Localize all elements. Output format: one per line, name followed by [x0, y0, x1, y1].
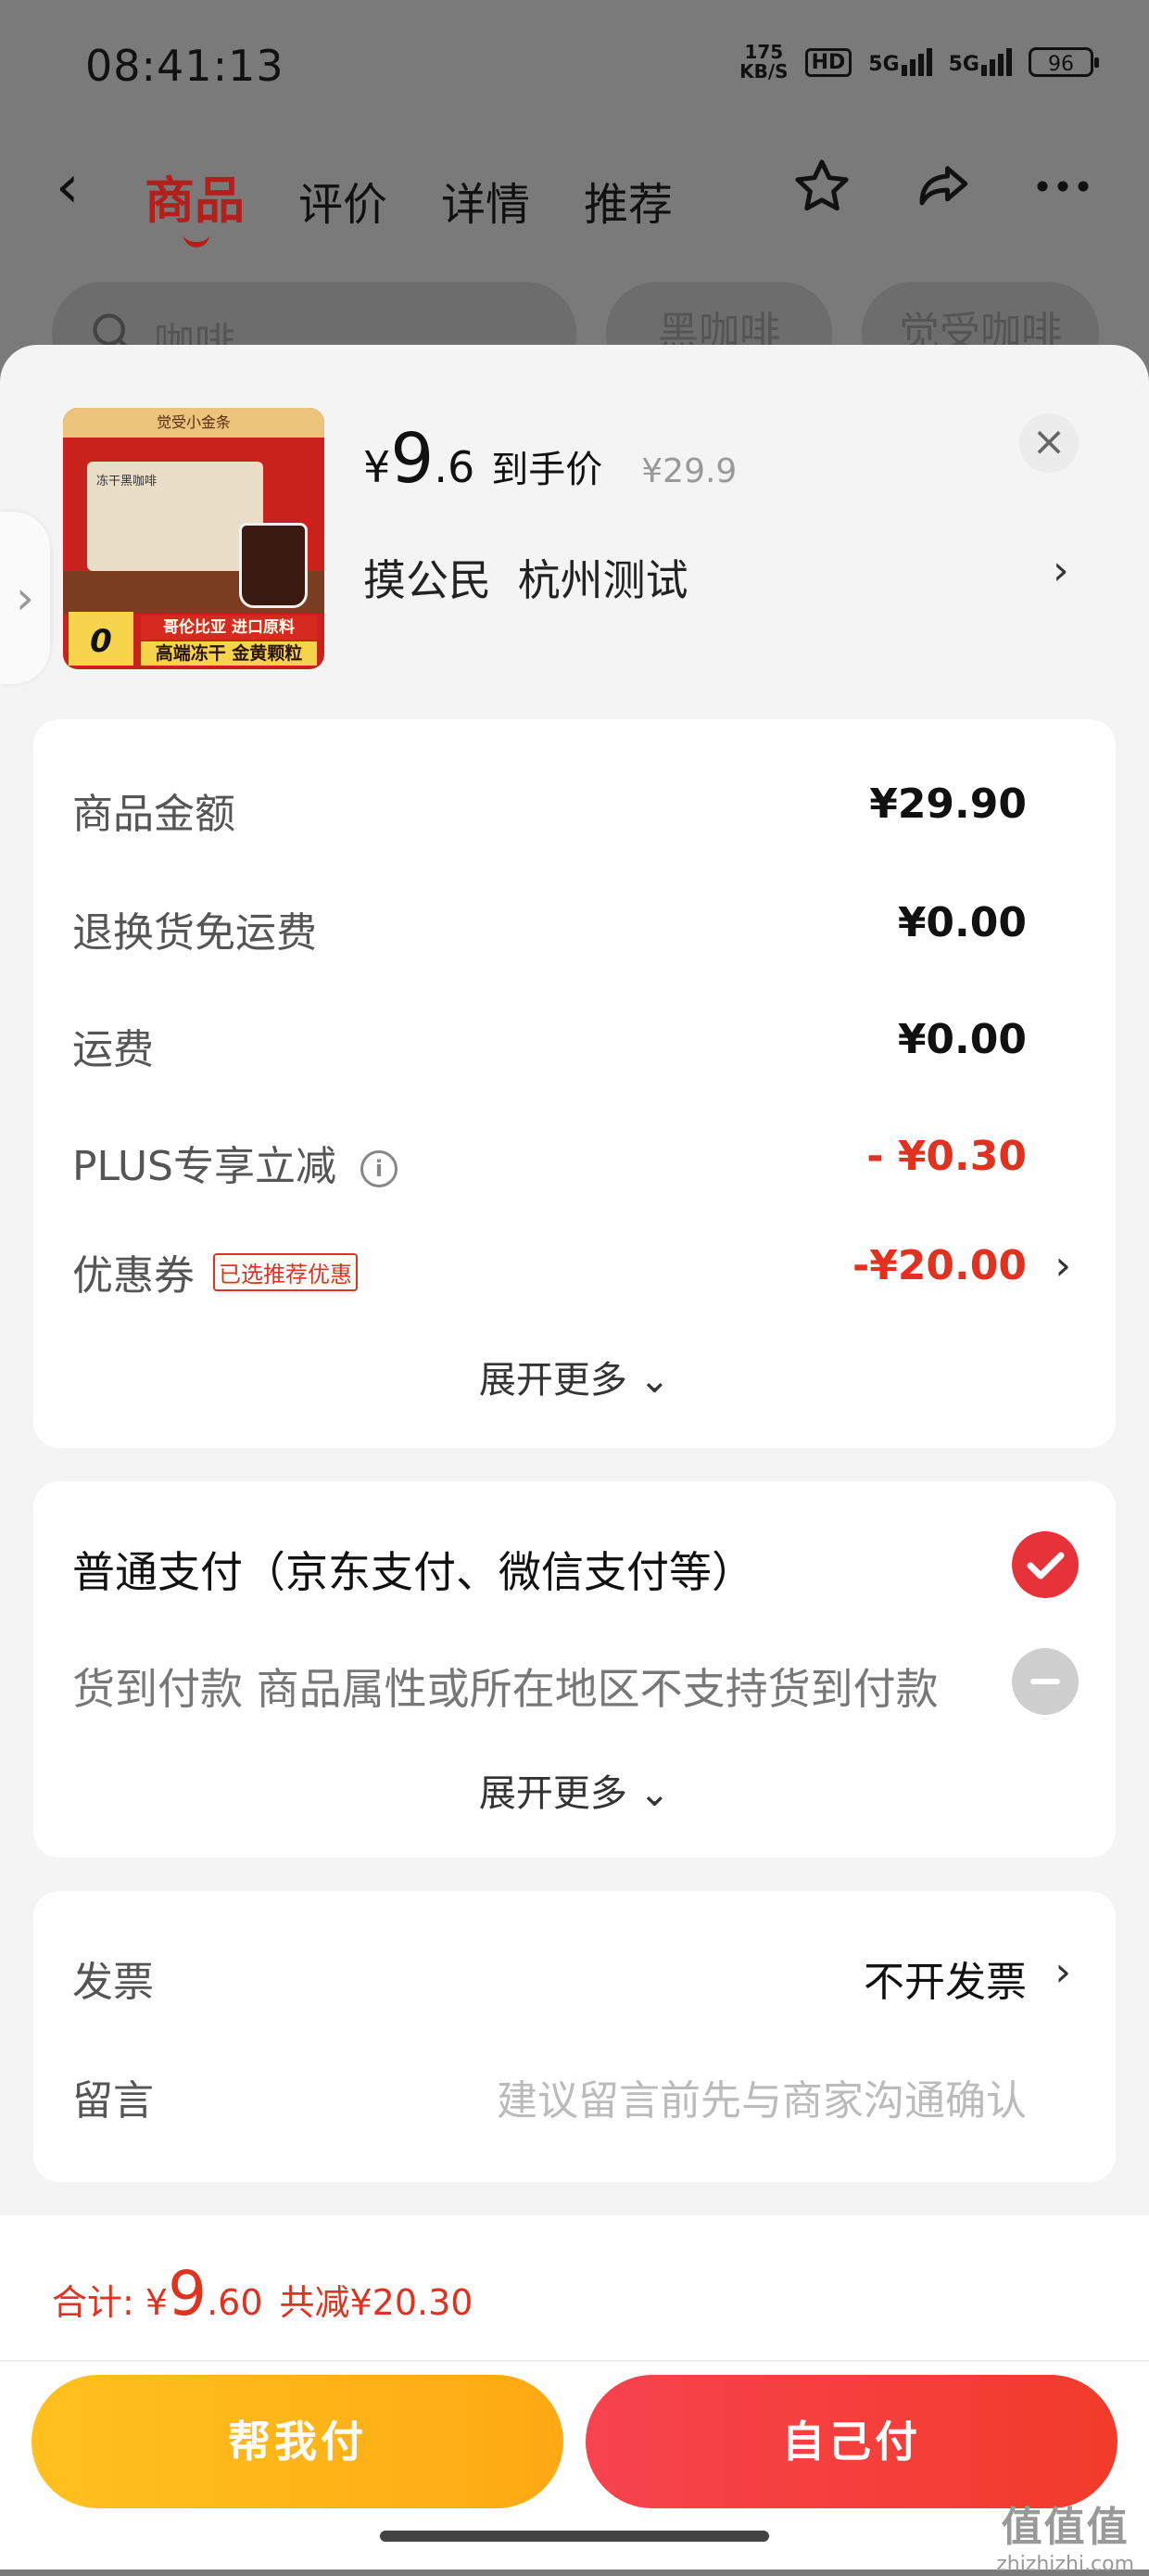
delivery-address[interactable]: 摸公民 杭州测试 [363, 547, 688, 608]
extra-card: 发票 不开发票 › 留言 建议留言前先与商家沟通确认 [33, 1891, 1116, 2182]
price-tag: 到手价 [491, 449, 603, 491]
message-input[interactable]: 建议留言前先与商家沟通确认 [497, 2067, 1027, 2126]
original-price: ¥29.9 [641, 452, 738, 490]
cost-row: 商品金额 ¥29.90 [72, 780, 1027, 838]
payment-card: 普通支付（京东支付、微信支付等） 货到付款 商品属性或所在地区不支持货到付款 展… [33, 1481, 1116, 1858]
signal-icon-2: 5G [949, 48, 1012, 76]
coupon-badge: 已选推荐优惠 [213, 1253, 358, 1291]
help-pay-button[interactable]: 帮我付 [32, 2375, 563, 2508]
expand-more-button[interactable]: 展开更多 ⌄ [33, 1350, 1116, 1403]
chevron-right-icon[interactable]: › [1054, 1948, 1071, 1996]
cost-row: 退换货免运费 ¥0.00 [72, 899, 1027, 957]
watermark: 值值值 zhizhizhi.com [996, 2504, 1134, 2576]
payment-option-disabled: 货到付款 商品属性或所在地区不支持货到付款 [72, 1648, 1079, 1720]
checkout-footer: 合计: ¥ 9 .60 共减¥20.30 帮我付 自己付 值值值 zhizhiz… [0, 2215, 1149, 2576]
tab-recommend[interactable]: 推荐 [584, 168, 673, 233]
expand-more-button[interactable]: 展开更多 ⌄ [33, 1763, 1116, 1817]
status-time: 08:41:13 [85, 41, 284, 91]
order-total: 合计: ¥ 9 .60 共减¥20.30 [52, 2258, 473, 2329]
nav-actions [791, 156, 1093, 217]
tab-product[interactable]: 商品 [145, 159, 245, 247]
chevron-right-icon[interactable]: › [1053, 547, 1069, 594]
nav-tabs: 商品 评价 详情 推荐 [145, 159, 673, 247]
cost-row: 运费 ¥0.00 [72, 1016, 1027, 1073]
tab-details[interactable]: 详情 [441, 168, 530, 233]
close-icon[interactable]: × [1019, 413, 1079, 473]
divider [0, 2360, 1149, 2362]
invoice-row[interactable]: 发票 不开发票 › [72, 1948, 1071, 2006]
battery-icon: 96 [1029, 47, 1099, 77]
status-bar: 08:41:13 175 KB/S HD 5G 5G 96 [0, 0, 1149, 139]
chevron-right-icon[interactable]: › [1054, 1242, 1071, 1289]
final-price: ¥ 9 .6 到手价 ¥29.9 [363, 419, 738, 499]
share-icon[interactable] [912, 156, 973, 217]
cost-card: 商品金额 ¥29.90 退换货免运费 ¥0.00 运费 ¥0.00 PLUS专享… [33, 719, 1116, 1448]
side-expand-tab[interactable]: › [0, 512, 50, 684]
search-row: 咖啡 黑咖啡 觉受咖啡 [52, 282, 1099, 384]
message-row: 留言 建议留言前先与商家沟通确认 [72, 2067, 1027, 2126]
coffee-cup-icon [239, 523, 308, 608]
self-pay-button[interactable]: 自己付 [586, 2375, 1117, 2508]
tab-reviews[interactable]: 评价 [298, 168, 387, 233]
payment-option[interactable]: 普通支付（京东支付、微信支付等） [72, 1531, 1079, 1604]
total-discount: 共减¥20.30 [279, 2282, 473, 2323]
signal-icon: 5G [868, 48, 932, 76]
checkmark-icon[interactable] [1012, 1531, 1079, 1598]
product-image: 觉受小金条 冻干黑咖啡 0 哥伦比亚 进口原料 高端冻干 金黄颗粒 [63, 408, 324, 669]
back-icon[interactable]: ‹ [56, 158, 80, 217]
home-indicator[interactable] [380, 2531, 769, 2542]
more-icon[interactable] [1032, 156, 1093, 217]
status-icons: 175 KB/S HD 5G 5G 96 [739, 41, 1099, 82]
info-icon[interactable]: i [360, 1150, 398, 1187]
net-speed: 175 KB/S [739, 41, 789, 82]
product-navbar: ‹ 商品 评价 详情 推荐 [0, 139, 1149, 247]
disabled-icon [1012, 1648, 1079, 1715]
hd-icon: HD [804, 47, 852, 77]
coupon-row[interactable]: 优惠券 已选推荐优惠 -¥20.00 › [72, 1242, 1071, 1300]
star-icon[interactable] [791, 156, 852, 217]
plus-discount-row: PLUS专享立减 i - ¥0.30 [72, 1133, 1027, 1190]
